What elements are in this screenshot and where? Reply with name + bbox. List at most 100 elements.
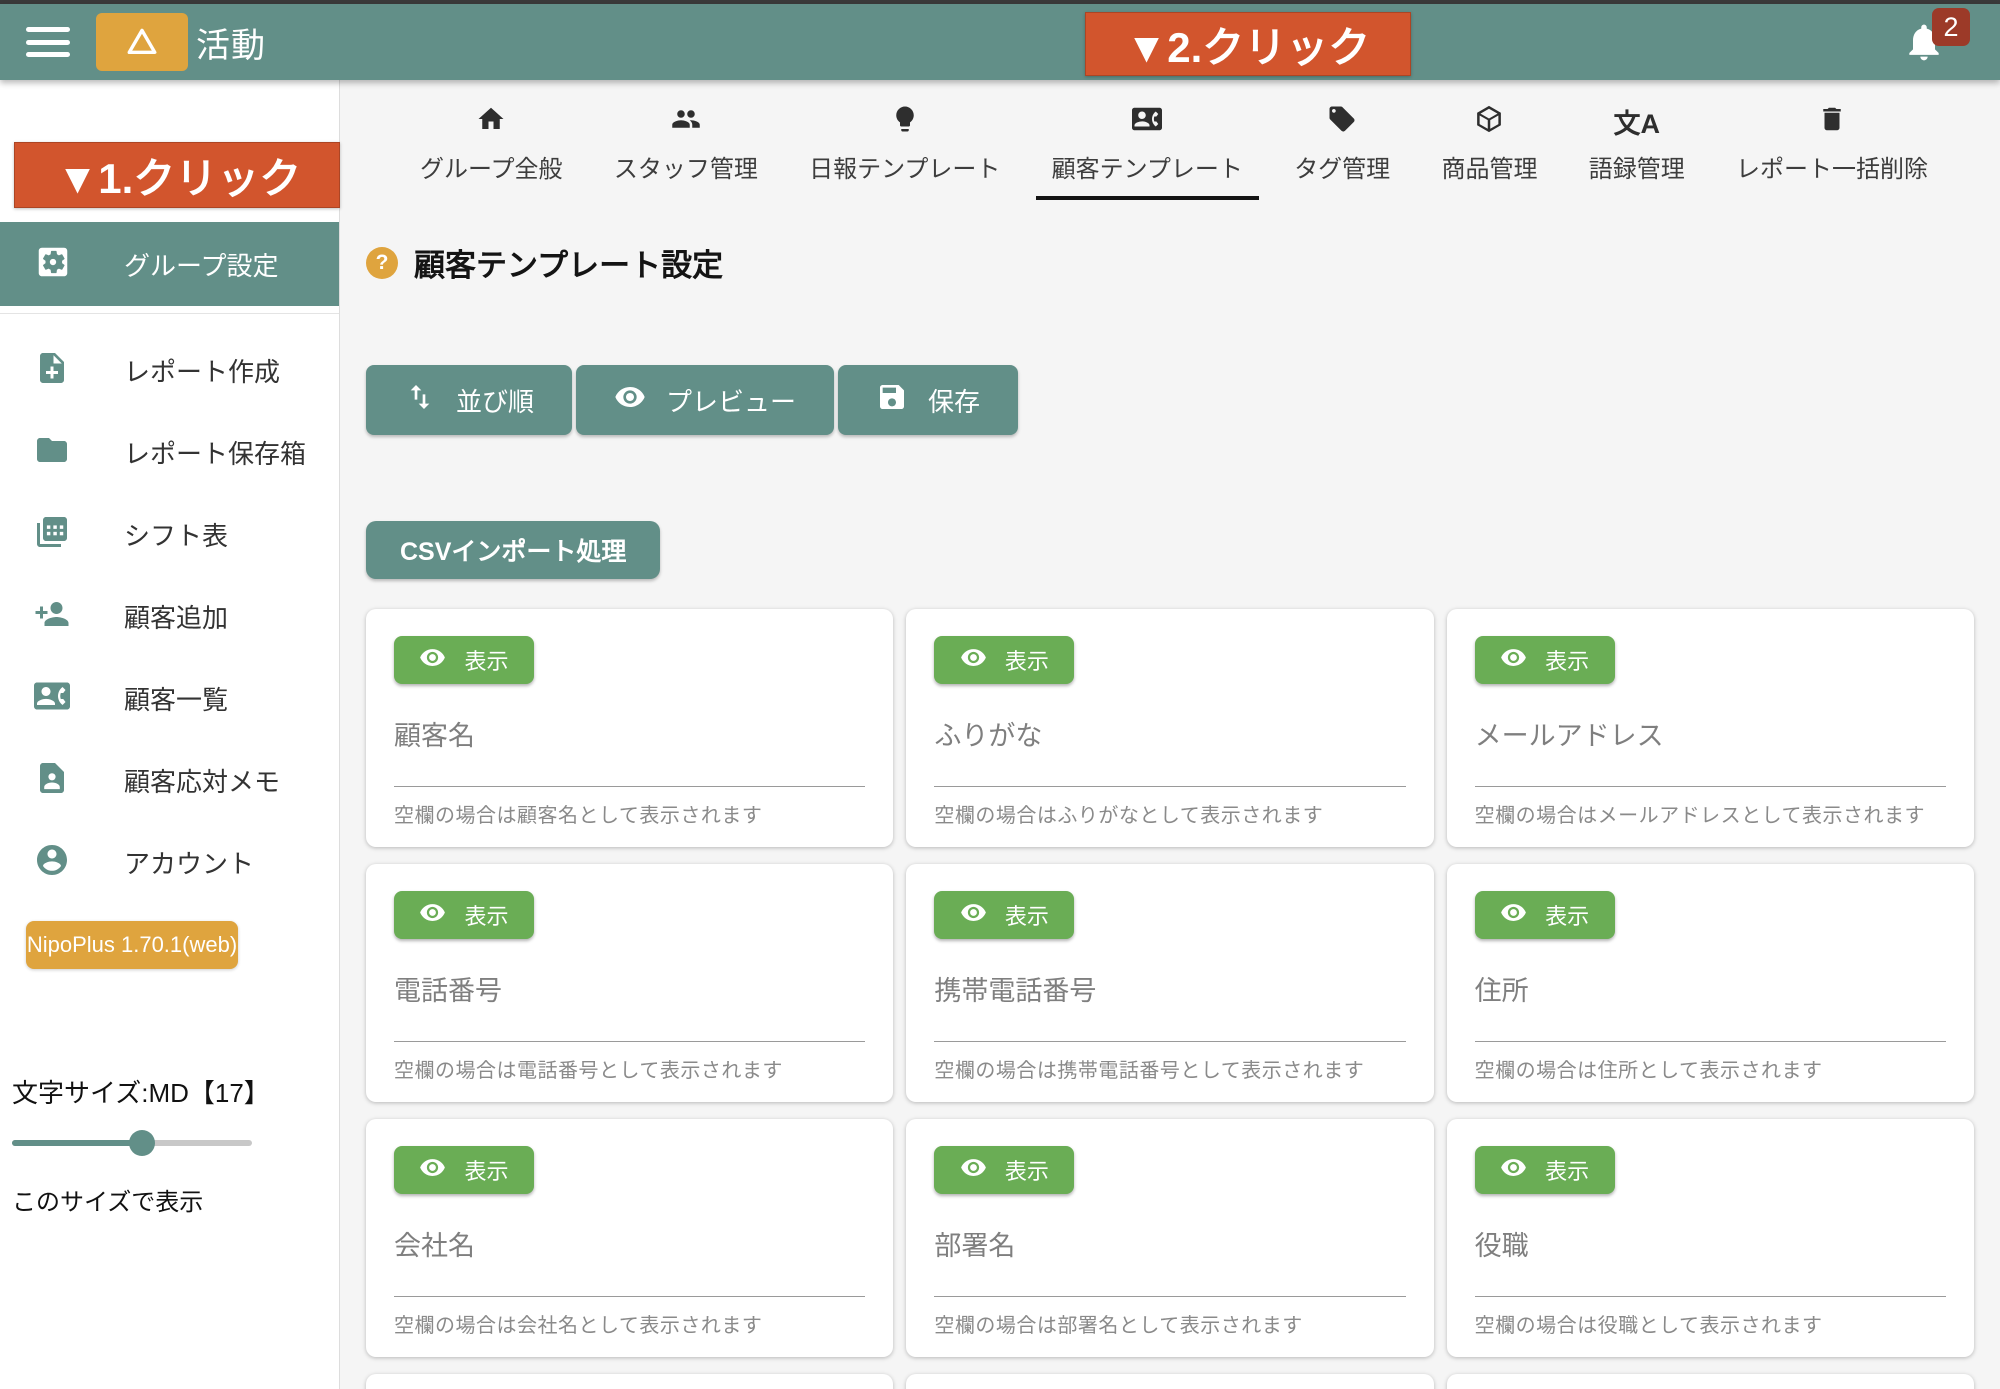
field-helper-text: 空欄の場合はメールアドレスとして表示されます [1475,799,1946,828]
sidebar-item-customer-memo[interactable]: 顧客応対メモ [0,739,339,821]
settings-tabbar: グループ全般 スタッフ管理 日報テンプレート 顧客テンプレート タグ管理 商品管… [340,80,2000,200]
sidebar-item-report-box[interactable]: レポート保存箱 [0,411,339,493]
field-card-furigana: 表示 ふりがな 空欄の場合はふりがなとして表示されます [906,609,1433,847]
tab-tag-management[interactable]: タグ管理 [1278,104,1406,200]
show-toggle-button[interactable]: 表示 [394,891,534,939]
field-label-input[interactable]: 部署名 [934,1224,1405,1297]
eye-icon [419,1154,446,1187]
tab-report-bulk-delete[interactable]: レポート一括削除 [1720,104,1944,200]
sidebar-item-label: アカウント [124,844,254,881]
tab-staff-management[interactable]: スタッフ管理 [598,104,774,200]
settings-icon [34,243,72,286]
field-helper-text: 空欄の場合はふりがなとして表示されます [934,799,1405,828]
eye-icon [960,644,987,677]
save-icon [876,381,908,420]
preview-button[interactable]: プレビュー [576,365,834,435]
package-box-icon [1474,104,1504,139]
notification-badge: 2 [1932,8,1970,46]
eye-icon [1500,899,1527,932]
hamburger-menu-icon[interactable] [26,27,70,57]
group-logo-button[interactable] [96,13,188,71]
notifications-button[interactable]: 2 [1902,20,1948,66]
csv-import-button[interactable]: CSVインポート処理 [366,521,660,579]
version-button[interactable]: NipoPlus 1.70.1(web) [26,921,238,969]
note-add-icon [34,350,70,391]
page-title: 顧客テンプレート設定 [414,240,723,285]
tab-customer-template[interactable]: 顧客テンプレート [1036,104,1259,200]
app-header: 活動 ▼2.クリック 2 [0,4,2000,80]
font-size-slider[interactable] [12,1130,252,1156]
sidebar-item-customer-add[interactable]: 顧客追加 [0,575,339,657]
sidebar-item-label: シフト表 [124,516,228,553]
field-card-department: 表示 部署名 空欄の場合は部署名として表示されます [906,1119,1433,1357]
lightbulb-icon [890,104,920,139]
sidebar: ▼1.クリック グループ設定 レポート作成 レポート保存箱 シフト表 [0,80,340,1389]
contact-card-icon [1132,104,1162,139]
show-toggle-button[interactable]: 表示 [934,891,1074,939]
app-title: 活動 [196,18,266,67]
field-card-job-title: 表示 役職 空欄の場合は役職として表示されます [1447,1119,1974,1357]
field-label-input[interactable]: 携帯電話番号 [934,969,1405,1042]
sidebar-item-label: レポート保存箱 [124,434,306,471]
shift-calendar-icon [34,514,70,555]
field-helper-text: 空欄の場合は部署名として表示されます [934,1309,1405,1338]
tab-product-management[interactable]: 商品管理 [1425,104,1553,200]
translate-icon: 文A [1613,109,1660,139]
contact-phone-icon [34,678,70,719]
sidebar-item-shift-table[interactable]: シフト表 [0,493,339,575]
template-field-grid: 表示 顧客名 空欄の場合は顧客名として表示されます 表示 ふりがな 空欄の場合は… [366,609,1974,1389]
font-size-label: 文字サイズ:MD【17】 [12,1073,339,1110]
sort-order-button[interactable]: 並び順 [366,365,572,435]
eye-icon [1500,644,1527,677]
eye-icon [1500,1154,1527,1187]
field-label-input[interactable]: 役職 [1475,1224,1946,1297]
field-card-customer-name: 表示 顧客名 空欄の場合は顧客名として表示されます [366,609,893,847]
home-icon [476,104,506,139]
show-toggle-button[interactable]: 表示 [934,636,1074,684]
sidebar-item-report-create[interactable]: レポート作成 [0,329,339,411]
field-card-partial [906,1374,1433,1389]
annotation-step-2: ▼2.クリック [1085,12,1411,76]
bell-icon [1902,51,1946,68]
save-button[interactable]: 保存 [838,365,1018,435]
eye-icon [960,899,987,932]
sidebar-item-label: グループ設定 [124,246,278,283]
field-label-input[interactable]: 電話番号 [394,969,865,1042]
field-label-input[interactable]: メールアドレス [1475,714,1946,787]
trash-icon [1817,104,1847,139]
help-icon[interactable]: ? [366,247,398,279]
toolbar: 並び順 プレビュー 保存 [366,365,2000,435]
field-label-input[interactable]: 住所 [1475,969,1946,1042]
folder-icon [34,432,70,473]
show-toggle-button[interactable]: 表示 [394,1146,534,1194]
sidebar-item-label: レポート作成 [124,352,280,389]
tab-group-general[interactable]: グループ全般 [404,104,579,200]
field-helper-text: 空欄の場合は住所として表示されます [1475,1054,1946,1083]
show-toggle-button[interactable]: 表示 [1475,891,1615,939]
slider-thumb[interactable] [129,1130,155,1156]
annotation-step-1: ▼1.クリック [14,142,340,208]
tag-icon [1327,104,1357,139]
field-card-company: 表示 会社名 空欄の場合は会社名として表示されます [366,1119,893,1357]
sidebar-item-label: 顧客一覧 [124,680,228,717]
eye-icon [960,1154,987,1187]
field-helper-text: 空欄の場合は顧客名として表示されます [394,799,865,828]
sidebar-item-account[interactable]: アカウント [0,821,339,903]
sidebar-item-customer-list[interactable]: 顧客一覧 [0,657,339,739]
slider-fill [12,1140,142,1146]
field-card-email: 表示 メールアドレス 空欄の場合はメールアドレスとして表示されます [1447,609,1974,847]
show-toggle-button[interactable]: 表示 [394,636,534,684]
field-label-input[interactable]: 顧客名 [394,714,865,787]
field-card-address: 表示 住所 空欄の場合は住所として表示されます [1447,864,1974,1102]
field-helper-text: 空欄の場合は携帯電話番号として表示されます [934,1054,1405,1083]
show-toggle-button[interactable]: 表示 [934,1146,1074,1194]
tab-report-template[interactable]: 日報テンプレート [793,104,1016,200]
size-preview-label: このサイズで表示 [12,1182,339,1217]
field-label-input[interactable]: ふりがな [934,714,1405,787]
field-helper-text: 空欄の場合は会社名として表示されます [394,1309,865,1338]
tab-glossary-management[interactable]: 文A 語録管理 [1573,109,1701,200]
show-toggle-button[interactable]: 表示 [1475,1146,1615,1194]
field-label-input[interactable]: 会社名 [394,1224,865,1297]
show-toggle-button[interactable]: 表示 [1475,636,1615,684]
sidebar-item-group-settings[interactable]: グループ設定 [0,222,339,306]
